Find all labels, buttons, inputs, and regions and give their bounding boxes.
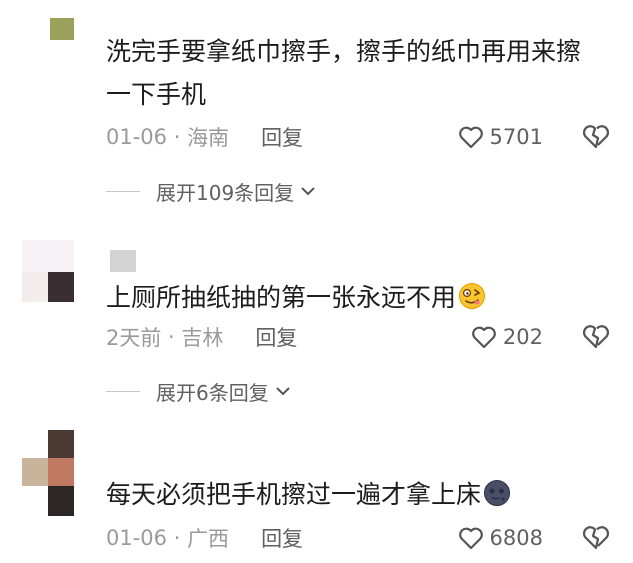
like-count: 202	[502, 325, 543, 349]
avatar[interactable]	[22, 10, 74, 40]
expand-replies-button[interactable]: 展开6条回复	[106, 376, 291, 406]
comment-meta: 01-06 · 海南 回复	[106, 122, 303, 152]
dislike-button[interactable]	[581, 122, 611, 152]
reply-button[interactable]: 回复	[255, 322, 297, 352]
comment-text: 每天必须把手机擦过一遍才拿上床	[106, 473, 596, 520]
expand-replies-button[interactable]: 展开109条回复	[106, 176, 316, 206]
like-count: 6808	[489, 526, 543, 550]
avatar[interactable]	[22, 430, 74, 518]
comment-item: 每天必须把手机擦过一遍才拿上床 01-06 · 广西 回复 6808	[0, 420, 633, 563]
comment-text: 洗完手要拿纸巾擦手，擦手的纸巾再用来擦一下手机	[106, 37, 582, 109]
meta-separator: ·	[167, 125, 188, 149]
chevron-down-icon	[276, 387, 290, 396]
comment-date: 2天前	[106, 326, 162, 350]
meta-separator: ·	[161, 325, 182, 349]
comment-item: 洗完手要拿纸巾擦手，擦手的纸巾再用来擦一下手机 01-06 · 海南 回复 57…	[0, 0, 633, 210]
dislike-button[interactable]	[581, 523, 611, 553]
drooling-face-emoji	[458, 280, 486, 323]
like-button[interactable]: 5701	[458, 122, 543, 152]
comment-text: 上厕所抽纸抽的第一张永远不用	[106, 276, 596, 323]
expand-divider	[106, 190, 140, 192]
comment-location: 吉林	[181, 326, 224, 350]
username-blurred	[110, 250, 136, 272]
comment-text-body: 每天必须把手机擦过一遍才拿上床	[106, 480, 482, 509]
dislike-button[interactable]	[581, 322, 611, 352]
avatar[interactable]	[22, 240, 74, 302]
comment-text-body: 上厕所抽纸抽的第一张永远不用	[106, 283, 457, 312]
comment-item: 上厕所抽纸抽的第一张永远不用 2天前 · 吉林 回复 202 展开6条回复	[0, 210, 633, 420]
heart-outline-icon	[458, 527, 483, 550]
comment-meta: 2天前 · 吉林 回复	[106, 322, 297, 352]
expand-replies-label: 展开109条回复	[156, 180, 295, 205]
expand-replies-label: 展开6条回复	[156, 380, 269, 405]
expand-divider	[106, 390, 140, 392]
comment-date: 01-06	[106, 125, 168, 149]
chevron-down-icon	[301, 187, 315, 196]
like-button[interactable]: 6808	[458, 523, 543, 553]
broken-heart-outline-icon	[582, 125, 610, 149]
broken-heart-outline-icon	[582, 325, 610, 349]
comment-location: 广西	[187, 527, 230, 551]
heart-outline-icon	[472, 326, 496, 349]
like-count: 5701	[489, 125, 543, 149]
meta-separator: ·	[167, 526, 188, 550]
comment-meta: 01-06 · 广西 回复	[106, 523, 303, 553]
reply-button[interactable]: 回复	[261, 122, 303, 152]
comment-location: 海南	[187, 126, 230, 150]
new-moon-face-emoji	[483, 477, 511, 520]
comment-date: 01-06	[106, 526, 168, 550]
broken-heart-outline-icon	[582, 526, 610, 550]
reply-button[interactable]: 回复	[261, 523, 303, 553]
like-button[interactable]: 202	[471, 322, 543, 352]
heart-outline-icon	[458, 126, 483, 149]
